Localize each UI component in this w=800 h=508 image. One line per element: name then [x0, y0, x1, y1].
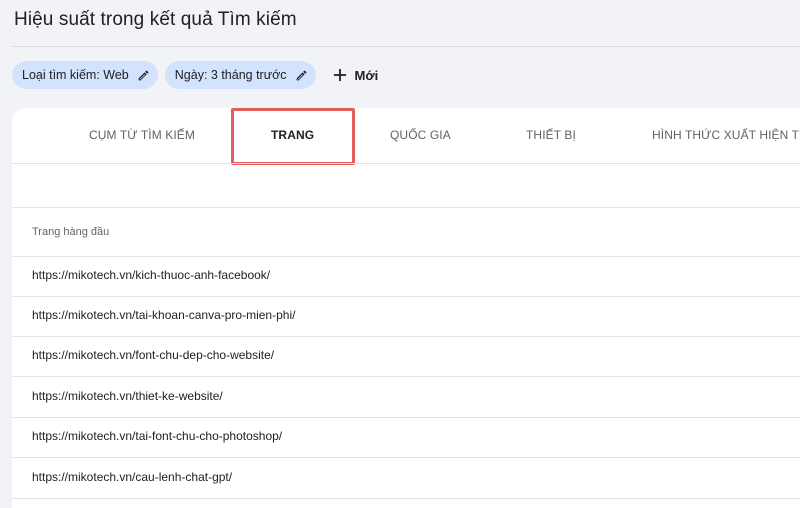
plus-icon: [333, 68, 347, 82]
table-row[interactable]: https://mikotech.vn/tai-font-chu-cho-pho…: [12, 418, 800, 458]
page-url: https://mikotech.vn/thiet-ke-website/: [32, 389, 223, 403]
date-filter-chip[interactable]: Ngày: 3 tháng trước: [164, 61, 316, 89]
table-row[interactable]: https://mikotech.vn/kich-thuoc-anh-faceb…: [12, 257, 800, 297]
table-row[interactable]: https://mikotech.vn/thiet-ke-website/: [12, 378, 800, 418]
table-row[interactable]: https://mikotech.vn/cau-lenh-chat-gpt/: [12, 459, 800, 499]
tab-devices[interactable]: THIẾT BỊ: [526, 128, 576, 142]
tab-countries[interactable]: QUỐC GIA: [390, 128, 451, 142]
new-filter-label: Mới: [354, 67, 379, 83]
filter-bar: Loại tìm kiếm: Web Ngày: 3 tháng trước M…: [12, 61, 384, 89]
row-divider: [12, 376, 800, 377]
column-header-top-pages[interactable]: Trang hàng đầu: [32, 226, 109, 238]
page-url: https://mikotech.vn/tai-khoan-canva-pro-…: [32, 308, 296, 322]
row-divider: [12, 498, 800, 499]
page-url: https://mikotech.vn/font-chu-dep-cho-web…: [32, 348, 275, 362]
pencil-icon[interactable]: [295, 69, 308, 82]
tab-bar: CỤM TỪ TÌM KIẾM TRANG QUỐC GIA THIẾT BỊ …: [12, 108, 800, 165]
page-url: https://mikotech.vn/cau-lenh-chat-gpt/: [32, 470, 233, 484]
results-card: CỤM TỪ TÌM KIẾM TRANG QUỐC GIA THIẾT BỊ …: [12, 108, 800, 508]
title-divider: [12, 46, 800, 47]
table-row[interactable]: https://mikotech.vn/tai-khoan-canva-pro-…: [12, 297, 800, 337]
new-filter-button[interactable]: Mới: [323, 61, 385, 89]
search-type-filter-chip[interactable]: Loại tìm kiếm: Web: [12, 61, 158, 89]
table-row[interactable]: https://mikotech.vn/font-chu-dep-cho-web…: [12, 337, 800, 377]
toolbar-divider: [12, 207, 800, 208]
tab-highlight-annotation: [231, 108, 355, 165]
page-title: Hiệu suất trong kết quả Tìm kiếm: [14, 9, 297, 30]
date-filter-label: Ngày: 3 tháng trước: [174, 68, 287, 82]
pencil-icon[interactable]: [137, 69, 150, 82]
tab-search-appearance[interactable]: HÌNH THỨC XUẤT HIỆN TRÊN KẾT QUẢ TÌM KIẾ…: [652, 128, 800, 142]
tab-divider: [12, 163, 800, 164]
tab-queries[interactable]: CỤM TỪ TÌM KIẾM: [89, 128, 195, 142]
row-divider: [12, 457, 800, 458]
search-type-filter-label: Loại tìm kiếm: Web: [22, 68, 129, 82]
page-url: https://mikotech.vn/kich-thuoc-anh-faceb…: [32, 268, 271, 282]
page-url: https://mikotech.vn/tai-font-chu-cho-pho…: [32, 429, 283, 443]
